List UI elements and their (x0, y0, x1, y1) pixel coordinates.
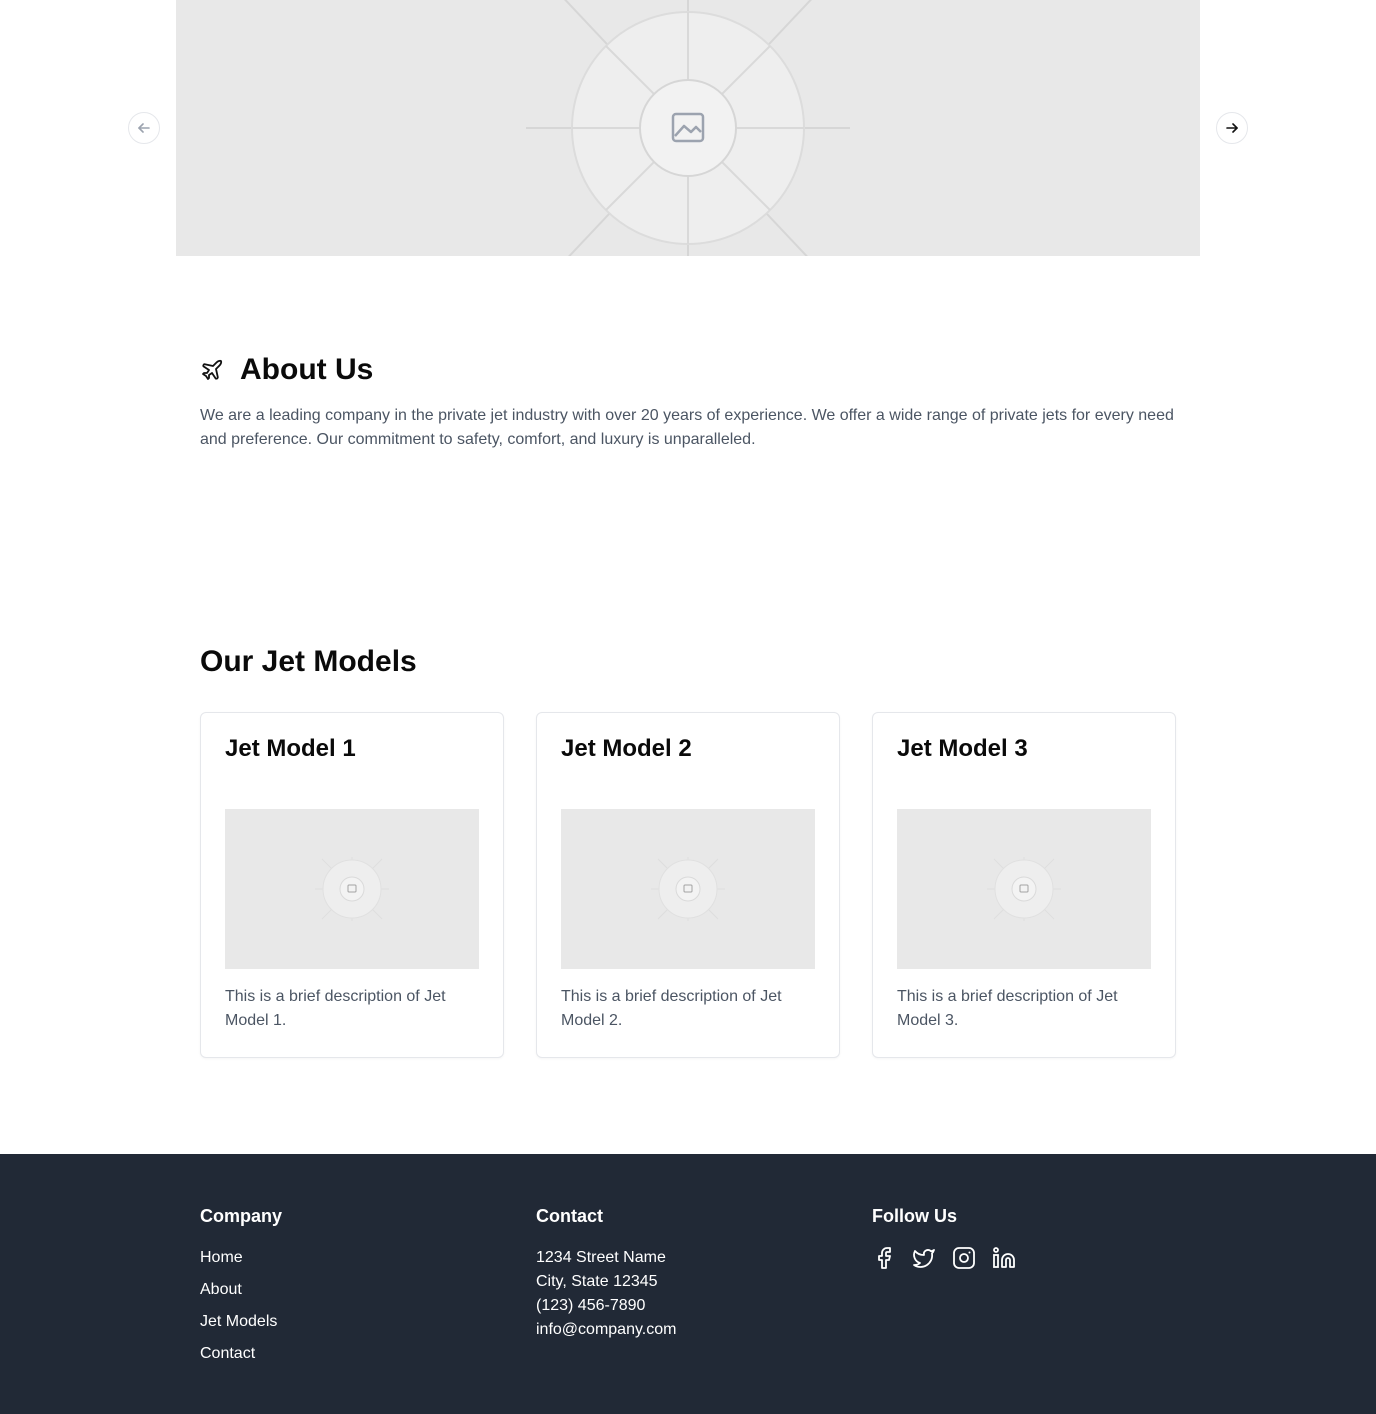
footer-link-item: Contact (200, 1342, 282, 1366)
social-links (872, 1246, 1032, 1270)
jet-model-card[interactable]: Jet Model 1 This is a brief description … (200, 712, 504, 1058)
image-placeholder-icon (651, 857, 725, 921)
hero-carousel (0, 0, 1376, 256)
card-title: Jet Model 2 (561, 735, 692, 762)
contact-email: info@company.com (536, 1321, 677, 1338)
linkedin-icon[interactable] (992, 1246, 1016, 1270)
footer-link-home[interactable]: Home (200, 1249, 243, 1266)
contact-phone: (123) 456-7890 (536, 1297, 646, 1314)
footer-contact-column: Contact 1234 Street Name City, State 123… (536, 1204, 676, 1342)
facebook-icon[interactable] (872, 1246, 896, 1270)
footer-link-jet-models[interactable]: Jet Models (200, 1313, 277, 1330)
image-placeholder-icon (526, 0, 850, 256)
carousel-next-button[interactable] (1216, 112, 1248, 144)
jet-model-card[interactable]: Jet Model 2 This is a brief description … (536, 712, 840, 1058)
card-description: This is a brief description of Jet Model… (561, 988, 782, 1029)
contact-address-line2: City, State 12345 (536, 1273, 658, 1290)
card-image-placeholder (897, 809, 1151, 969)
card-description: This is a brief description of Jet Model… (225, 988, 446, 1029)
card-description: This is a brief description of Jet Model… (897, 988, 1118, 1029)
card-image-placeholder (561, 809, 815, 969)
footer-company-links: Home About Jet Models Contact (200, 1246, 282, 1366)
twitter-icon[interactable] (912, 1246, 936, 1270)
about-section: About Us We are a leading company in the… (200, 348, 1176, 452)
jet-models-title: Our Jet Models (200, 645, 417, 678)
footer-link-item: About (200, 1278, 282, 1302)
card-title: Jet Model 1 (225, 735, 356, 762)
footer-company-heading: Company (200, 1206, 283, 1226)
card-title: Jet Model 3 (897, 735, 1028, 762)
footer-follow-heading: Follow Us (872, 1206, 957, 1226)
jet-model-card[interactable]: Jet Model 3 This is a brief description … (872, 712, 1176, 1058)
footer-contact-heading: Contact (536, 1206, 603, 1226)
image-placeholder-icon (315, 857, 389, 921)
jet-models-section: Our Jet Models Jet Model 1 This is a bri… (200, 640, 1176, 1058)
image-placeholder-icon (987, 857, 1061, 921)
contact-address-line1: 1234 Street Name (536, 1249, 666, 1266)
card-image-placeholder (225, 809, 479, 969)
footer-company-column: Company Home About Jet Models Contact (200, 1204, 282, 1374)
footer-link-item: Jet Models (200, 1310, 282, 1334)
arrow-left-icon (137, 121, 151, 135)
footer-link-contact[interactable]: Contact (200, 1345, 255, 1362)
instagram-icon[interactable] (952, 1246, 976, 1270)
about-title: About Us (240, 353, 374, 386)
footer-link-about[interactable]: About (200, 1281, 242, 1298)
site-footer: Company Home About Jet Models Contact Co… (0, 1154, 1376, 1414)
about-text: We are a leading company in the private … (200, 407, 1174, 448)
hero-image-placeholder (176, 0, 1200, 256)
jet-model-cards: Jet Model 1 This is a brief description … (200, 712, 1176, 1058)
about-header: About Us (200, 348, 1176, 392)
plane-icon (200, 358, 224, 382)
footer-follow-column: Follow Us (872, 1204, 1032, 1270)
carousel-prev-button[interactable] (128, 112, 160, 144)
contact-details: 1234 Street Name City, State 12345 (123)… (536, 1246, 676, 1342)
footer-link-item: Home (200, 1246, 282, 1270)
arrow-right-icon (1225, 121, 1239, 135)
